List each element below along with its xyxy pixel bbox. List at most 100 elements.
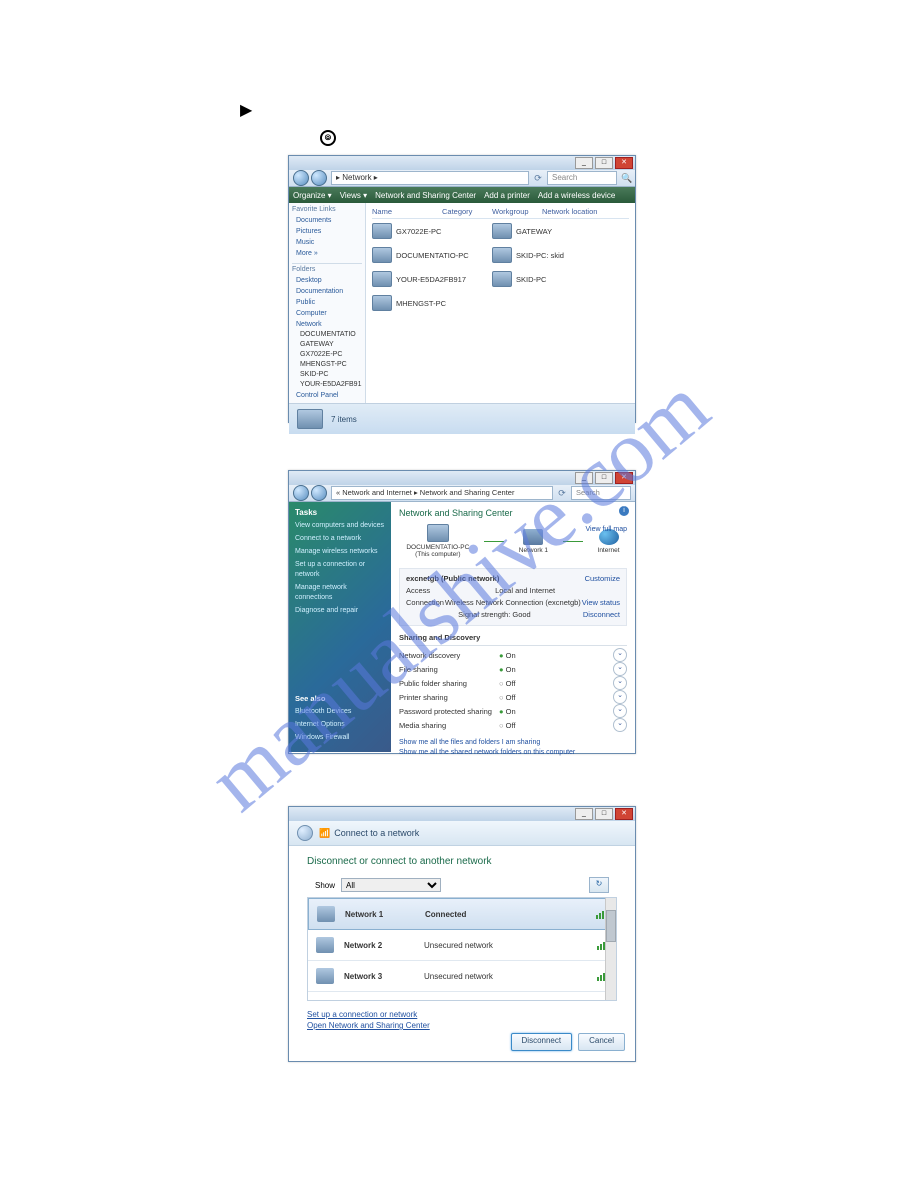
tree-item[interactable]: MHENGST-PC [292,360,362,370]
search-input[interactable]: Search [571,486,631,500]
network-name: excnetgb (Public network) [406,573,499,585]
footer-link[interactable]: Open Network and Sharing Center [307,1020,617,1031]
network-computer-item[interactable]: YOUR-E5DA2FB917 [372,271,492,287]
scrollbar[interactable] [605,898,616,1000]
network-item[interactable]: Network 1Connected [308,898,616,930]
breadcrumb[interactable]: « Network and Internet ▸ Network and Sha… [331,486,553,500]
tree-item[interactable]: Computer [292,308,362,319]
info-icon[interactable]: i [619,506,629,516]
breadcrumb[interactable]: ▸ Network ▸ [331,171,529,185]
task-link[interactable]: Manage wireless networks [295,547,385,557]
tree-item[interactable]: SKID-PC [292,370,362,380]
sidebar-item[interactable]: Pictures [292,226,362,237]
chevron-down-icon[interactable]: ⌄ [613,718,627,732]
cancel-button[interactable]: Cancel [578,1033,625,1051]
detail-link[interactable]: View status [582,597,620,609]
sidebar-item[interactable]: More » [292,248,362,259]
network-computer-item[interactable]: SKID-PC [492,271,612,287]
network-computer-item[interactable]: GX7022E-PC [372,223,492,239]
tree-item[interactable]: Documentation [292,286,362,297]
tree-item[interactable]: DOCUMENTATIO [292,330,362,340]
search-icon[interactable]: 🔍 [621,173,631,184]
seealso-link[interactable]: Internet Options [295,720,351,730]
task-link[interactable]: Manage network connections [295,583,385,603]
tree-item[interactable]: Network [292,319,362,330]
tree-item[interactable]: Recycle Bin [292,401,362,403]
bullet-arrow-icon: ▶ [240,100,252,120]
nsc-button[interactable]: Network and Sharing Center [375,191,476,200]
window3-titlebar[interactable]: _ □ ✕ [289,807,635,821]
window1-titlebar[interactable]: _ □ ✕ [289,156,635,170]
col-workgroup[interactable]: Workgroup [492,207,542,216]
add-printer-button[interactable]: Add a printer [484,191,530,200]
nav-forward-icon[interactable] [311,170,327,186]
disconnect-button[interactable]: Disconnect [511,1033,573,1051]
refresh-icon[interactable]: ⟳ [533,173,543,184]
scroll-thumb[interactable] [606,910,616,942]
chevron-down-icon[interactable]: ⌄ [613,662,627,676]
minimize-button[interactable]: _ [575,808,593,820]
computer-icon [492,223,512,239]
bottom-link[interactable]: Show me all the files and folders I am s… [399,738,627,748]
chevron-down-icon[interactable]: ⌄ [613,690,627,704]
bottom-link[interactable]: Show me all the shared network folders o… [399,748,627,758]
minimize-button[interactable]: _ [575,472,593,484]
close-button[interactable]: ✕ [615,808,633,820]
network-computer-item[interactable]: GATEWAY [492,223,612,239]
nav-back-icon[interactable] [293,485,309,501]
chevron-down-icon[interactable]: ⌄ [613,648,627,662]
show-filter-select[interactable]: All [341,878,441,892]
computer-icon [372,247,392,263]
sidebar-item[interactable]: Documents [292,215,362,226]
nav-back-icon[interactable] [297,825,313,841]
search-input[interactable]: Search [547,171,617,185]
col-location[interactable]: Network location [542,207,629,216]
close-button[interactable]: ✕ [615,157,633,169]
tree-item[interactable]: Public [292,297,362,308]
detail-link[interactable]: Disconnect [583,609,620,621]
customize-link[interactable]: Customize [585,573,620,585]
detail-value: Signal strength: Good [458,609,531,621]
task-link[interactable]: View computers and devices [295,521,385,531]
views-button[interactable]: Views ▾ [340,191,367,200]
task-link[interactable]: Connect to a network [295,534,385,544]
network-computer-item[interactable]: DOCUMENTATIO-PC [372,247,492,263]
seealso-link[interactable]: Bluetooth Devices [295,707,351,717]
organize-button[interactable]: Organize ▾ [293,191,332,200]
refresh-button[interactable]: ↻ [589,877,609,893]
tree-item[interactable]: YOUR-E5DA2FB91 [292,380,362,390]
network-item[interactable]: Network 3Unsecured network [308,961,616,992]
seealso-link[interactable]: Windows Firewall [295,733,351,743]
tree-item[interactable]: Control Panel [292,390,362,401]
nav-back-icon[interactable] [293,170,309,186]
sidebar-item[interactable]: Music [292,237,362,248]
col-name[interactable]: Name [372,207,442,216]
refresh-icon[interactable]: ⟳ [557,488,567,499]
minimize-button[interactable]: _ [575,157,593,169]
tree-item[interactable]: Desktop [292,275,362,286]
add-wireless-button[interactable]: Add a wireless device [538,191,615,200]
close-button[interactable]: ✕ [615,472,633,484]
task-link[interactable]: Set up a connection or network [295,560,385,580]
tree-item[interactable]: GATEWAY [292,340,362,350]
chevron-down-icon[interactable]: ⌄ [613,676,627,690]
network-signal-icon: 📶 [319,828,330,839]
network-item[interactable]: Network 2Unsecured network [308,930,616,961]
view-full-map-link[interactable]: View full map [585,526,627,533]
chevron-down-icon[interactable]: ⌄ [613,704,627,718]
task-link[interactable]: Diagnose and repair [295,606,385,616]
maximize-button[interactable]: □ [595,157,613,169]
col-category[interactable]: Category [442,207,492,216]
tree-item[interactable]: GX7022E-PC [292,350,362,360]
window2-titlebar[interactable]: _ □ ✕ [289,471,635,485]
maximize-button[interactable]: □ [595,472,613,484]
network-computer-item[interactable]: SKID-PC: skid [492,247,612,263]
network-computer-item[interactable]: MHENGST-PC [372,295,492,311]
footer-link[interactable]: Set up a connection or network [307,1009,617,1020]
column-headers[interactable]: Name Category Workgroup Network location [372,207,629,219]
nav-forward-icon[interactable] [311,485,327,501]
dialog-subtitle: Disconnect or connect to another network [307,856,617,867]
sharing-label: Network discovery [399,649,499,662]
maximize-button[interactable]: □ [595,808,613,820]
sharing-label: Printer sharing [399,691,499,704]
